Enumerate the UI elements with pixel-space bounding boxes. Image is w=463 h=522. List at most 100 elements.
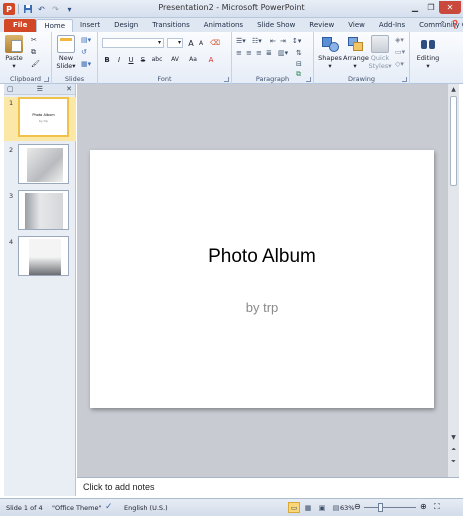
zoom-out-icon[interactable]: ⊖ (354, 502, 361, 511)
slide-thumbnail[interactable] (18, 190, 69, 230)
change-case-button[interactable]: Aa (186, 56, 200, 63)
slide-thumbnail[interactable] (18, 236, 69, 276)
fit-window-icon[interactable]: ⛶ (434, 502, 440, 512)
align-center-icon[interactable]: ≡ (246, 49, 252, 57)
thumbnail-row-4[interactable]: 4 (4, 236, 76, 280)
slide-title[interactable]: Photo Album (90, 246, 434, 268)
copy-icon[interactable]: ⧉ (31, 48, 36, 57)
scroll-down-icon[interactable]: ▼ (448, 434, 459, 441)
slide-thumbnail[interactable] (18, 144, 69, 184)
slide-subtitle[interactable]: by trp (90, 300, 434, 315)
align-text-icon[interactable]: ⊟ (296, 60, 302, 68)
font-size-dropdown[interactable]: ▾ (167, 38, 183, 48)
justify-icon[interactable]: ≣ (266, 49, 272, 57)
quick-styles-button[interactable]: Quick Styles▾ (368, 35, 392, 70)
thumbnail-number: 1 (9, 99, 14, 107)
drawing-launcher-icon[interactable] (402, 77, 407, 82)
clear-format-icon[interactable]: ⌫ (210, 39, 220, 47)
spell-check-icon[interactable]: ✓ (105, 502, 113, 512)
clipboard-launcher-icon[interactable] (44, 77, 49, 82)
tab-animations[interactable]: Animations (197, 19, 250, 32)
columns-icon[interactable]: ▥▾ (278, 49, 288, 57)
text-direction-icon[interactable]: ⇅ (296, 49, 302, 57)
cut-icon[interactable]: ✂ (31, 36, 37, 44)
close-pane-icon[interactable]: ✕ (66, 85, 72, 93)
arrange-button[interactable]: Arrange ▾ (343, 35, 369, 70)
layout-icon[interactable]: ▤▾ (81, 36, 91, 44)
minimize-ribbon-icon[interactable]: ⌃ (439, 20, 446, 29)
next-slide-icon[interactable]: ⏷ (448, 458, 459, 466)
font-name-dropdown[interactable]: ▾ (102, 38, 164, 48)
slides-tab-icon[interactable]: ▢ (7, 85, 14, 93)
shape-fill-icon[interactable]: ◈▾ (395, 36, 404, 44)
tab-view[interactable]: View (341, 19, 372, 32)
current-slide[interactable]: Photo Album by trp (90, 150, 434, 408)
shadow-button[interactable]: abc (150, 56, 164, 63)
thumbnail-row-2[interactable]: 2 (4, 144, 76, 188)
scroll-thumb[interactable] (450, 96, 457, 186)
zoom-slider[interactable] (364, 507, 416, 508)
shrink-font-button[interactable]: A (196, 40, 206, 47)
align-left-icon[interactable]: ≡ (236, 49, 242, 57)
zoom-level[interactable]: 63% (340, 504, 354, 512)
reset-icon[interactable]: ↺ (81, 48, 87, 56)
thumbnail-row-3[interactable]: 3 (4, 190, 76, 234)
font-color-button[interactable]: A (206, 56, 216, 64)
editing-group: Editing ▾ (410, 32, 446, 84)
underline-button[interactable]: U (126, 56, 136, 64)
tab-insert[interactable]: Insert (73, 19, 107, 32)
editing-button[interactable]: Editing ▾ (416, 35, 440, 70)
previous-slide-icon[interactable]: ⏶ (448, 446, 459, 454)
close-icon[interactable]: ✕ (439, 1, 461, 14)
tab-slide-show[interactable]: Slide Show (250, 19, 302, 32)
format-painter-icon[interactable]: 🖌 (31, 60, 40, 68)
outline-tab-icon[interactable]: ☰ (37, 85, 43, 93)
tab-add-ins[interactable]: Add-Ins (372, 19, 412, 32)
vertical-scrollbar[interactable]: ▲ ▼ ⏶ ⏷ (447, 84, 459, 477)
help-icon[interactable]: ❓ (450, 20, 460, 29)
scroll-up-icon[interactable]: ▲ (448, 86, 459, 93)
tab-review[interactable]: Review (302, 19, 341, 32)
char-spacing-button[interactable]: AV (168, 56, 182, 63)
new-slide-button[interactable]: New Slide▾ (54, 35, 78, 70)
decrease-indent-icon[interactable]: ⇤ (270, 37, 276, 45)
paste-button[interactable]: Paste ▾ (2, 35, 26, 70)
grow-font-button[interactable]: A (186, 39, 196, 48)
line-spacing-icon[interactable]: ↕▾ (292, 37, 301, 45)
thumbnail-title: Photo Album (32, 113, 55, 117)
bullets-icon[interactable]: ☰▾ (236, 37, 246, 45)
tab-file[interactable]: File (4, 19, 37, 32)
shape-outline-icon[interactable]: ▭▾ (395, 48, 405, 56)
numbering-icon[interactable]: ☷▾ (252, 37, 262, 45)
bold-button[interactable]: B (102, 56, 112, 64)
language-label[interactable]: English (U.S.) (124, 504, 168, 512)
normal-view-button[interactable]: ▭ (288, 502, 300, 513)
slide-editor: Photo Album by trp (77, 84, 447, 477)
paste-icon (5, 35, 23, 53)
tab-home[interactable]: Home (36, 19, 73, 32)
minimize-icon[interactable]: ▁ (407, 1, 423, 14)
align-right-icon[interactable]: ≡ (256, 49, 262, 57)
zoom-in-icon[interactable]: ⊕ (420, 502, 427, 511)
tab-design[interactable]: Design (107, 19, 145, 32)
thumbnail-row-1[interactable]: 1 Photo Album by trp (4, 97, 76, 141)
theme-name[interactable]: "Office Theme" (52, 504, 101, 512)
maximize-icon[interactable]: ❐ (423, 1, 439, 14)
font-group: ▾ ▾ A A ⌫ B I U S abc AV Aa A Font (98, 32, 232, 84)
italic-button[interactable]: I (114, 56, 124, 64)
shape-effects-icon[interactable]: ◇▾ (395, 60, 404, 68)
increase-indent-icon[interactable]: ⇥ (280, 37, 286, 45)
paragraph-group: ☰▾ ☷▾ ⇤ ⇥ ↕▾ ≡ ≡ ≡ ≣ ▥▾ ⇅ ⊟ ⧉ Paragraph (232, 32, 314, 84)
section-icon[interactable]: ▦▾ (81, 60, 91, 68)
reading-view-button[interactable]: ▣ (316, 502, 328, 513)
slide-thumbnail[interactable]: Photo Album by trp (18, 97, 69, 137)
notes-placeholder[interactable]: Click to add notes (83, 482, 155, 492)
shapes-button[interactable]: Shapes ▾ (318, 35, 342, 70)
strikethrough-button[interactable]: S (138, 56, 148, 64)
slide-sorter-button[interactable]: ▦ (302, 502, 314, 513)
tab-transitions[interactable]: Transitions (145, 19, 197, 32)
font-launcher-icon[interactable] (224, 77, 229, 82)
paragraph-launcher-icon[interactable] (306, 77, 311, 82)
notes-pane[interactable]: Click to add notes (77, 477, 459, 496)
zoom-slider-knob[interactable] (378, 503, 383, 512)
